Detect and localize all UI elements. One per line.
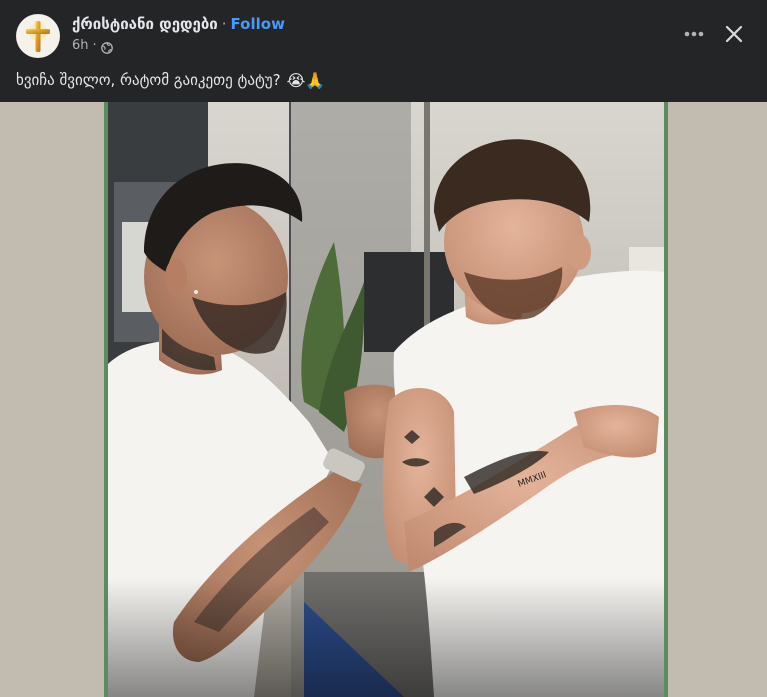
more-horizontal-icon [684, 31, 704, 37]
post-media: MMXIII [0, 102, 767, 697]
cross-icon [16, 14, 60, 58]
globe-icon[interactable] [100, 39, 113, 54]
post-meta: 6h · [72, 37, 113, 54]
author-name[interactable]: ქრისტიანი დედები [72, 15, 218, 33]
photo-illustration: MMXIII [108, 102, 664, 697]
more-options-button[interactable] [676, 16, 712, 52]
post-timestamp[interactable]: 6h [72, 38, 89, 53]
caption-text: ხვიჩა შვილო, რატომ გაიკეთე ტატუ? [16, 71, 281, 89]
meta-separator: · [92, 37, 97, 53]
separator-dot: · [221, 15, 227, 33]
page-avatar[interactable] [16, 14, 60, 58]
close-icon [725, 25, 743, 43]
post-header: ქრისტიანი დედები · Follow 6h · [0, 0, 767, 64]
follow-button[interactable]: Follow [231, 15, 285, 33]
author-line: ქრისტიანი დედები · Follow [72, 14, 285, 34]
close-button[interactable] [716, 16, 752, 52]
post-caption: ხვიჩა შვილო, რატომ გაიკეთე ტატუ? 😭🙏 [16, 66, 325, 94]
caption-emojis: 😭🙏 [286, 70, 326, 90]
post-photo[interactable]: MMXIII [104, 102, 668, 697]
